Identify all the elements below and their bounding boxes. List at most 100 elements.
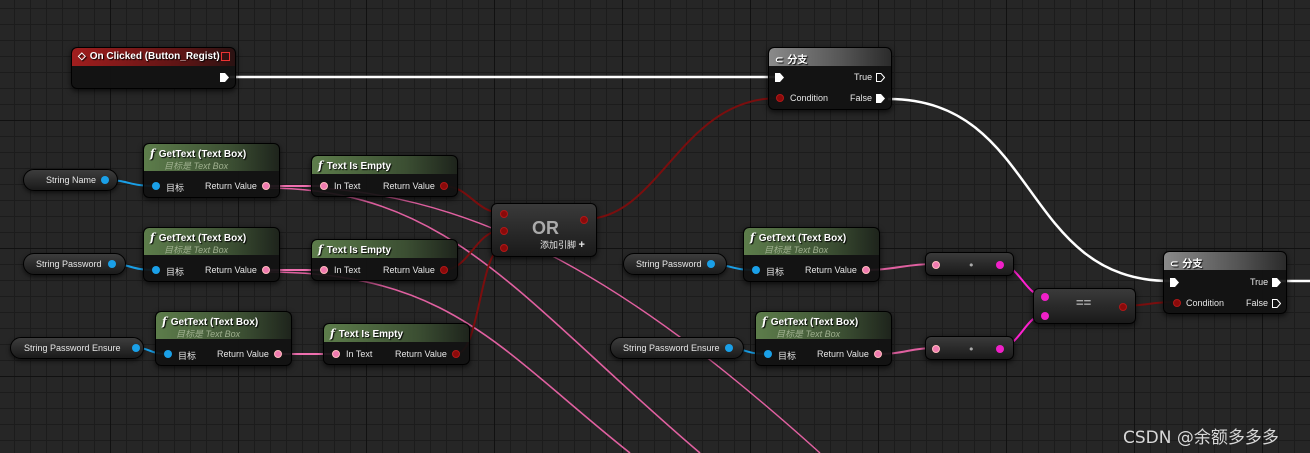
return-pin[interactable] [262,182,270,190]
return-label: Return Value [817,349,869,359]
return-label: Return Value [395,349,447,359]
in-text-pin[interactable] [332,350,340,358]
branch-icon: ⊂ [1170,259,1179,270]
return-pin[interactable] [274,350,282,358]
gettext-node-name[interactable]: f GetText (Text Box) 目标是 Text Box 目标 Retu… [143,143,280,198]
gettext-node-ensure-right[interactable]: f GetText (Text Box) 目标是 Text Box 目标 Retu… [755,311,892,366]
target-pin[interactable] [152,182,160,190]
reroute-in-pin[interactable] [932,261,940,269]
target-label: 目标 [778,351,797,361]
exec-in-pin[interactable] [1170,278,1179,287]
false-exec-out-pin[interactable] [876,94,885,103]
return-pin[interactable] [452,350,460,358]
textisempty-node-ensure[interactable]: f Text Is Empty In Text Return Value [323,323,470,365]
return-pin[interactable] [440,266,448,274]
in-text-label: In Text [346,349,373,359]
textisempty-node-password[interactable]: f Text Is Empty In Text Return Value [311,239,458,281]
true-exec-out-pin[interactable] [1272,278,1281,287]
reroute-dot: • [968,343,975,356]
or-input-pin-3[interactable] [500,244,508,252]
add-pin-button[interactable]: 添加引脚 + [540,238,585,251]
target-label: 目标 [178,351,197,361]
reroute-node-2[interactable]: • [925,336,1014,360]
event-delegate-pin[interactable] [221,52,230,61]
or-output-pin[interactable] [580,216,588,224]
exec-out-pin[interactable] [220,73,229,82]
return-pin[interactable] [440,182,448,190]
branch-title: ⊂ 分支 [1170,259,1203,270]
branch-icon: ⊂ [775,55,784,66]
branch-node-bottom[interactable]: ⊂ 分支 True Condition False [1163,251,1287,314]
function-icon: f [318,243,323,256]
true-label: True [1250,277,1269,287]
return-label: Return Value [383,181,435,191]
variable-string-password-ensure[interactable]: String Password Ensure [10,337,144,359]
variable-string-password-ensure-right[interactable]: String Password Ensure [610,337,744,359]
true-label: True [854,72,873,82]
return-pin[interactable] [862,266,870,274]
function-icon: f [750,231,755,244]
variable-string-password[interactable]: String Password [23,253,126,275]
reroute-out-pin[interactable] [996,345,1004,353]
or-title: OR [532,218,559,238]
gettext-header: f GetText (Text Box) 目标是 Text Box [156,312,291,339]
variable-out-pin[interactable] [101,176,109,184]
reroute-node-1[interactable]: • [925,252,1014,276]
gettext-header: f GetText (Text Box) 目标是 Text Box [744,228,879,255]
textisempty-node-name[interactable]: f Text Is Empty In Text Return Value [311,155,458,197]
in-text-pin[interactable] [320,182,328,190]
function-icon: f [318,159,323,172]
target-pin[interactable] [752,266,760,274]
return-label: Return Value [217,349,269,359]
branch-node-top[interactable]: ⊂ 分支 True Condition False [768,47,892,110]
condition-pin[interactable] [776,94,784,102]
gettext-header: f GetText (Text Box) 目标是 Text Box [144,228,279,255]
variable-out-pin[interactable] [132,344,140,352]
in-text-pin[interactable] [320,266,328,274]
variable-string-name[interactable]: String Name [23,169,118,191]
variable-out-pin[interactable] [707,260,715,268]
reroute-in-pin[interactable] [932,345,940,353]
event-node-on-clicked[interactable]: ◇ On Clicked (Button_Regist) [71,47,236,89]
or-input-pin-2[interactable] [500,227,508,235]
variable-out-pin[interactable] [108,260,116,268]
gettext-node-password[interactable]: f GetText (Text Box) 目标是 Text Box 目标 Retu… [143,227,280,282]
gettext-node-ensure[interactable]: f GetText (Text Box) 目标是 Text Box 目标 Retu… [155,311,292,366]
target-label: 目标 [766,267,785,277]
add-pin-icon: + [578,239,585,251]
target-pin[interactable] [764,350,772,358]
textisempty-header: f Text Is Empty [324,324,469,342]
true-exec-out-pin[interactable] [876,73,885,82]
equal-node[interactable]: == [1033,288,1136,324]
textisempty-header: f Text Is Empty [312,156,457,174]
equal-input-pin-b[interactable] [1041,312,1049,320]
return-pin[interactable] [262,266,270,274]
or-input-pin-1[interactable] [500,210,508,218]
function-icon: f [330,327,335,340]
variable-out-pin[interactable] [725,344,733,352]
return-pin[interactable] [874,350,882,358]
target-pin[interactable] [152,266,160,274]
false-exec-out-pin[interactable] [1272,299,1281,308]
reroute-dot: • [968,259,975,272]
equal-input-pin-a[interactable] [1041,293,1049,301]
variable-string-password-right[interactable]: String Password [623,253,727,275]
function-icon: f [150,147,155,160]
target-pin[interactable] [164,350,172,358]
in-text-label: In Text [334,265,361,275]
condition-pin[interactable] [1173,299,1181,307]
event-header: ◇ On Clicked (Button_Regist) [72,48,235,66]
return-label: Return Value [805,265,857,275]
false-label: False [1246,298,1269,308]
gettext-node-password-right[interactable]: f GetText (Text Box) 目标是 Text Box 目标 Retu… [743,227,880,282]
or-node[interactable]: OR 添加引脚 + [491,203,597,257]
return-label: Return Value [383,265,435,275]
function-icon: f [762,315,767,328]
equal-output-pin[interactable] [1119,303,1127,311]
condition-label: Condition [1186,298,1225,308]
condition-label: Condition [790,93,829,103]
reroute-out-pin[interactable] [996,261,1004,269]
event-icon: ◇ [78,51,86,62]
gettext-header: f GetText (Text Box) 目标是 Text Box [756,312,891,339]
exec-in-pin[interactable] [775,73,784,82]
